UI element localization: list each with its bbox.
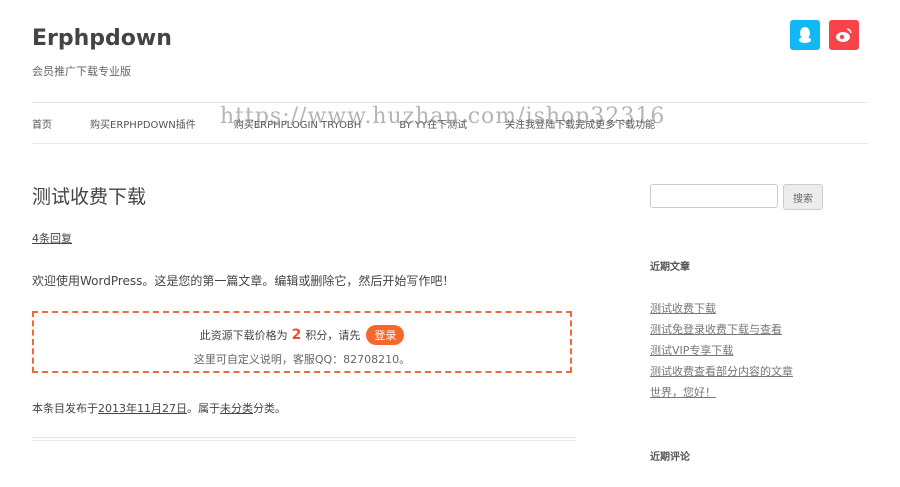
recent-posts-title: 近期文章 [650,262,690,273]
qq-penguin-icon [799,27,811,43]
category-link[interactable]: 未分类 [220,402,253,415]
recent-post-link[interactable]: 测试VIP专享下载 [650,340,793,361]
recent-post-link[interactable]: 测试免登录收费下载与查看 [650,319,793,340]
search-input[interactable] [650,184,778,208]
site-description: 会员推广下载专业版 [32,65,131,78]
nav-item-buy-erphplogin[interactable]: 购买ERPHPLOGIN TRYOBH [234,116,362,131]
recent-post-link[interactable]: 世界，您好！ [650,382,793,403]
main-navigation: 首页 购买ERPHPDOWN插件 购买ERPHPLOGIN TRYOBH BY … [32,102,868,144]
price-suffix: 积分，请先 [305,329,361,342]
weibo-login-button[interactable] [829,20,859,50]
recent-posts-list: 测试收费下载 测试免登录收费下载与查看 测试VIP专享下载 测试收费查看部分内容… [650,298,793,403]
meta-mid: 。属于 [187,402,220,415]
weibo-icon [836,28,852,42]
post-content: 欢迎使用WordPress。这是您的第一篇文章。编辑或删除它，然后开始写作吧！ [32,274,455,288]
entry-meta: 本条目发布于2013年11月27日。属于未分类分类。 [32,400,286,416]
price-prefix: 此资源下载价格为 [199,329,288,342]
price-value: 2 [291,327,302,343]
site-title[interactable]: Erphpdown [32,26,172,51]
meta-suffix: 分类。 [253,402,286,415]
post-divider [32,437,576,441]
recent-post-link[interactable]: 测试收费查看部分内容的文章 [650,361,793,382]
erphp-purchase-box: 此资源下载价格为 2 积分，请先 登录 这里可自定义说明，客服QQ：827082… [32,311,572,373]
nav-item-buy-erphpdown[interactable]: 购买ERPHPDOWN插件 [90,116,196,131]
post-title[interactable]: 测试收费下载 [32,182,146,209]
search-button[interactable]: 搜索 [783,184,823,210]
login-button[interactable]: 登录 [366,325,405,345]
price-line: 此资源下载价格为 2 积分，请先 登录 [34,325,570,345]
nav-item-test[interactable]: BY YY在下测试 [399,116,467,131]
comments-link[interactable]: 4条回复 [32,230,72,246]
nav-item-home[interactable]: 首页 [32,116,52,131]
recent-post-link[interactable]: 测试收费下载 [650,298,793,319]
custom-note: 这里可自定义说明，客服QQ：82708210。 [193,353,411,366]
recent-comments-title: 近期评论 [650,452,690,463]
nav-item-follow-login[interactable]: 关注我登陆下载完成更多下载功能 [505,116,655,131]
post-date-link[interactable]: 2013年11月27日 [98,402,187,415]
qq-login-button[interactable] [790,20,820,50]
meta-prefix: 本条目发布于 [32,402,98,415]
